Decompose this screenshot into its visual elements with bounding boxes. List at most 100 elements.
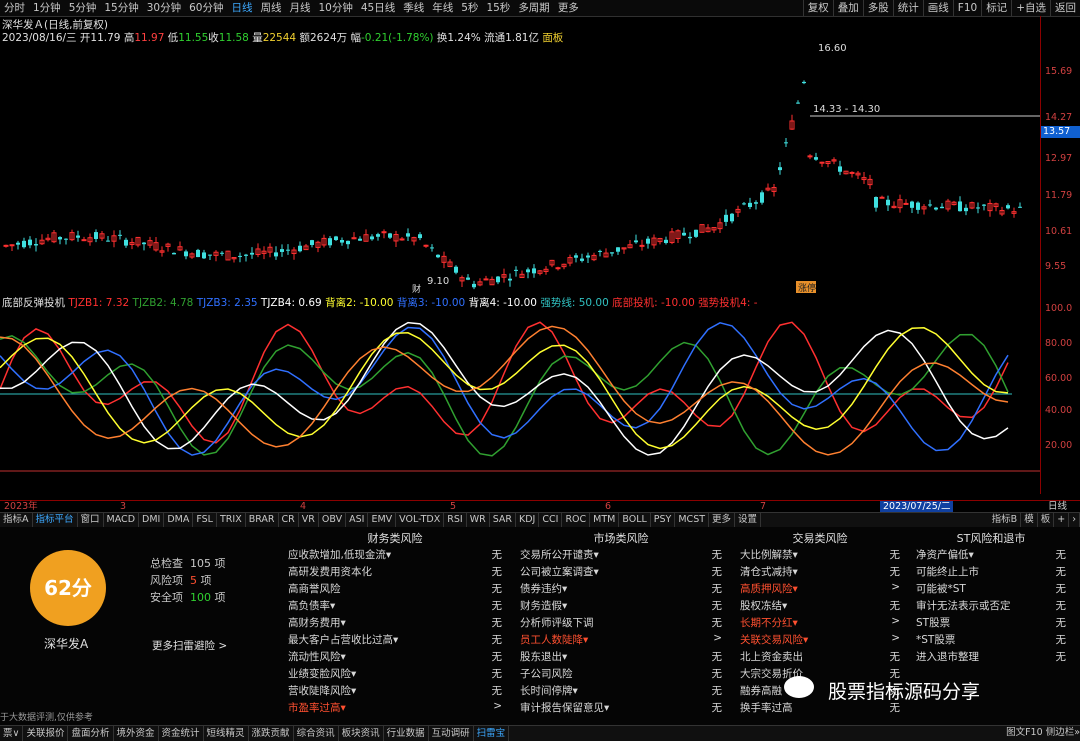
- bottom-nav-tab[interactable]: 互动调研: [429, 726, 474, 741]
- indicator-tab-right[interactable]: ›: [1069, 513, 1080, 527]
- indicator-tab[interactable]: PSY: [651, 513, 676, 527]
- indicator-tab[interactable]: CR: [279, 513, 299, 527]
- risk-row[interactable]: 长时间停牌▾ 无: [520, 683, 722, 698]
- period-tab[interactable]: 周线: [257, 0, 286, 16]
- risk-row[interactable]: 员工人数陡降▾ >: [520, 632, 722, 647]
- toolbar-button[interactable]: 多股: [862, 0, 893, 16]
- indicator-tab[interactable]: RSI: [444, 513, 467, 527]
- bottom-nav-tab[interactable]: 涨跌贡献: [249, 726, 294, 741]
- risk-row[interactable]: 高商誉风险 无: [288, 581, 502, 596]
- indicator-tab[interactable]: FSL: [193, 513, 217, 527]
- toolbar-button[interactable]: 叠加: [832, 0, 863, 16]
- indicator-tab[interactable]: KDJ: [516, 513, 540, 527]
- bottom-nav-tab[interactable]: 资金统计: [159, 726, 204, 741]
- indicator-tab[interactable]: 更多: [709, 513, 736, 527]
- toolbar-button[interactable]: 统计: [892, 0, 923, 16]
- risk-row[interactable]: 子公司风险 无: [520, 666, 722, 681]
- indicator-tab[interactable]: VR: [299, 513, 319, 527]
- indicator-tab-right[interactable]: 板: [1038, 513, 1055, 527]
- indicator-tab[interactable]: 指标A: [0, 513, 33, 527]
- risk-row[interactable]: 审计无法表示或否定 无: [916, 598, 1066, 613]
- indicator-tab[interactable]: 设置: [735, 513, 762, 527]
- indicator-tab[interactable]: DMA: [164, 513, 194, 527]
- risk-row[interactable]: 市盈率过高▾ >: [288, 700, 502, 715]
- toolbar-button[interactable]: 画线: [922, 0, 953, 16]
- indicator-tab[interactable]: MTM: [590, 513, 620, 527]
- period-tab[interactable]: 分时: [0, 0, 29, 16]
- period-tab[interactable]: 季线: [399, 0, 428, 16]
- toolbar-button[interactable]: F10: [952, 0, 981, 16]
- period-tab[interactable]: 更多: [554, 0, 583, 16]
- risk-row[interactable]: 进入退市整理 无: [916, 649, 1066, 664]
- risk-row[interactable]: 高质押风险▾ >: [740, 581, 900, 596]
- toolbar-button[interactable]: 标记: [981, 0, 1011, 16]
- risk-row[interactable]: 交易所公开谴责▾ 无: [520, 547, 722, 562]
- period-tab[interactable]: 30分钟: [143, 0, 185, 16]
- indicator-tab-right[interactable]: 模: [1021, 513, 1038, 527]
- indicator-tab-right[interactable]: +: [1054, 513, 1070, 527]
- period-tab[interactable]: 1分钟: [29, 0, 65, 16]
- period-tab[interactable]: 多周期: [514, 0, 554, 16]
- period-tab[interactable]: 60分钟: [185, 0, 227, 16]
- indicator-tab[interactable]: OBV: [319, 513, 347, 527]
- risk-row[interactable]: 分析师评级下调 无: [520, 615, 722, 630]
- more-scan-link[interactable]: 更多扫雷避险 >: [152, 638, 227, 653]
- sidebar-link[interactable]: 侧边栏»: [1046, 727, 1080, 738]
- indicator-tab[interactable]: 窗口: [78, 513, 104, 527]
- risk-row[interactable]: 可能被*ST 无: [916, 581, 1066, 596]
- toolbar-button[interactable]: 返回: [1050, 0, 1080, 16]
- indicator-chart[interactable]: [0, 306, 1040, 502]
- risk-row[interactable]: 高负债率▾ 无: [288, 598, 502, 613]
- indicator-tab[interactable]: SAR: [490, 513, 517, 527]
- period-tab[interactable]: 日线: [228, 0, 257, 16]
- f10-link[interactable]: 图文F10: [1006, 727, 1043, 738]
- period-tab[interactable]: 15秒: [482, 0, 514, 16]
- risk-row[interactable]: ST股票 无: [916, 615, 1066, 630]
- indicator-tab[interactable]: 指标平台: [33, 513, 78, 527]
- risk-row[interactable]: 关联交易风险▾ >: [740, 632, 900, 647]
- risk-row[interactable]: 北上资金卖出 无: [740, 649, 900, 664]
- bottom-nav-tab[interactable]: 扫雷宝: [474, 726, 510, 741]
- risk-row[interactable]: 净资产偏低▾ 无: [916, 547, 1066, 562]
- period-tab[interactable]: 月线: [286, 0, 315, 16]
- risk-row[interactable]: 债券违约▾ 无: [520, 581, 722, 596]
- bottom-nav-tab[interactable]: 境外资金: [114, 726, 159, 741]
- indicator-tab[interactable]: VOL-TDX: [396, 513, 445, 527]
- indicator-tab[interactable]: EMV: [368, 513, 397, 527]
- indicator-tab[interactable]: WR: [467, 513, 490, 527]
- period-tab[interactable]: 15分钟: [100, 0, 142, 16]
- toolbar-button[interactable]: 复权: [802, 0, 833, 16]
- indicator-tab[interactable]: DMI: [139, 513, 165, 527]
- risk-row[interactable]: 营收陡降风险▾ 无: [288, 683, 502, 698]
- kline-chart[interactable]: 16.60 14.33 - 14.30 9.10 财 涨停: [0, 36, 1040, 296]
- risk-row[interactable]: 公司被立案调查▾ 无: [520, 564, 722, 579]
- indicator-tab[interactable]: TRIX: [217, 513, 246, 527]
- risk-row[interactable]: 可能终止上市 无: [916, 564, 1066, 579]
- risk-row[interactable]: 审计报告保留意见▾ 无: [520, 700, 722, 715]
- period-tab[interactable]: 5秒: [457, 0, 482, 16]
- risk-row[interactable]: *ST股票 无: [916, 632, 1066, 647]
- indicator-tab-right[interactable]: 指标B: [989, 513, 1022, 527]
- bottom-nav-tab[interactable]: 板块资讯: [339, 726, 384, 741]
- bottom-nav-tab[interactable]: 关联报价: [23, 726, 69, 741]
- risk-row[interactable]: 业绩变脸风险▾ 无: [288, 666, 502, 681]
- period-tab[interactable]: 10分钟: [315, 0, 357, 16]
- toolbar-button[interactable]: +自选: [1011, 0, 1050, 16]
- bottom-nav-tab[interactable]: 行业数据: [384, 726, 429, 741]
- bottom-nav-tab[interactable]: 短线精灵: [204, 726, 249, 741]
- period-tab[interactable]: 5分钟: [65, 0, 101, 16]
- indicator-tab[interactable]: BOLL: [619, 513, 651, 527]
- indicator-tab[interactable]: BRAR: [246, 513, 279, 527]
- risk-row[interactable]: 长期不分红▾ >: [740, 615, 900, 630]
- risk-row[interactable]: 股东退出▾ 无: [520, 649, 722, 664]
- period-tab[interactable]: 45日线: [357, 0, 399, 16]
- bottom-nav-tab[interactable]: 票∨: [0, 726, 24, 741]
- indicator-tab[interactable]: CCI: [539, 513, 563, 527]
- risk-row[interactable]: 财务造假▾ 无: [520, 598, 722, 613]
- indicator-tab[interactable]: ASI: [346, 513, 369, 527]
- risk-row[interactable]: 股权冻结▾ 无: [740, 598, 900, 613]
- bottom-nav-tab[interactable]: 综合资讯: [294, 726, 339, 741]
- risk-row[interactable]: 清仓式减持▾ 无: [740, 564, 900, 579]
- indicator-tab[interactable]: ROC: [562, 513, 591, 527]
- indicator-tab[interactable]: MCST: [675, 513, 710, 527]
